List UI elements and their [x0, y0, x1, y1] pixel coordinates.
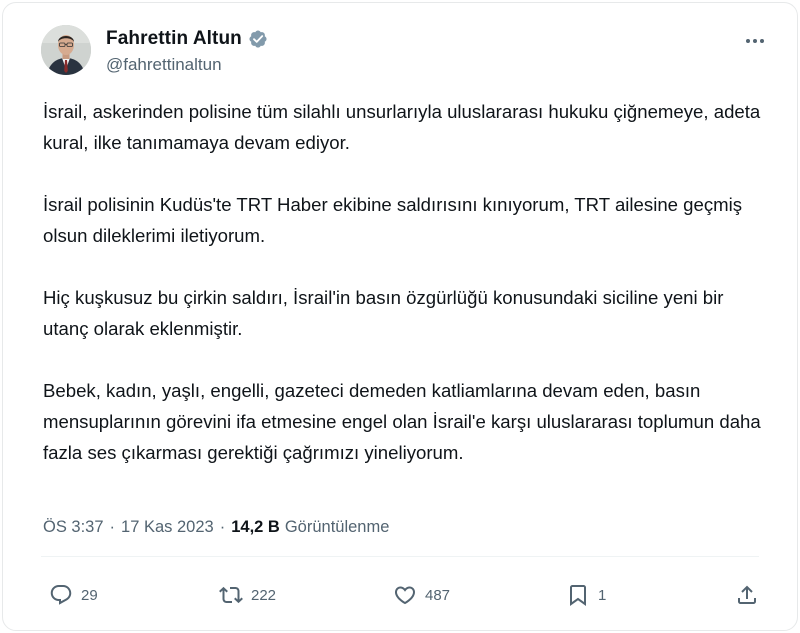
tweet-time[interactable]: ÖS 3:37 [43, 518, 104, 537]
verified-badge-icon[interactable] [248, 29, 268, 49]
views-count: 14,2 B [231, 518, 280, 536]
separator-dot: · [109, 518, 116, 536]
tweet-paragraph: İsrail, askerinden polisine tüm silahlı … [43, 101, 761, 153]
like-count: 487 [425, 586, 451, 604]
action-bar: 29 222 487 1 [3, 575, 797, 615]
reply-button[interactable]: 29 [49, 575, 98, 615]
divider [41, 556, 759, 557]
share-icon [738, 585, 756, 604]
tweet-date[interactable]: 17 Kas 2023 [121, 518, 214, 537]
like-button[interactable]: 487 [393, 575, 450, 615]
tweet-paragraph: Hiç kuşkusuz bu çirkin saldırı, İsrail'i… [43, 287, 724, 339]
separator-dot: · [219, 518, 226, 536]
like-icon [394, 586, 416, 605]
tweet-text: İsrail, askerinden polisine tüm silahlı … [43, 96, 763, 499]
tweet-paragraph: Bebek, kadın, yaşlı, engelli, gazeteci d… [43, 380, 761, 463]
tweet-paragraph: İsrail polisinin Kudüs'te TRT Haber ekib… [43, 194, 743, 246]
share-button[interactable] [735, 575, 759, 615]
avatar[interactable] [41, 25, 91, 75]
more-icon[interactable] [743, 31, 767, 51]
retweet-count: 222 [251, 586, 277, 604]
author-handle[interactable]: @fahrettinaltun [106, 55, 222, 75]
tweet-card: Fahrettin Altun @fahrettinaltun İsrail, … [2, 2, 798, 631]
author-name-row: Fahrettin Altun [106, 28, 268, 50]
reply-icon [50, 585, 72, 605]
retweet-icon [219, 586, 243, 604]
views-label: Görüntülenme [284, 518, 390, 536]
author-name[interactable]: Fahrettin Altun [106, 28, 242, 50]
bookmark-button[interactable]: 1 [566, 575, 606, 615]
bookmark-icon [570, 585, 586, 606]
retweet-button[interactable]: 222 [219, 575, 276, 615]
reply-count: 29 [81, 586, 98, 604]
bookmark-count: 1 [598, 586, 607, 604]
tweet-metadata: ÖS 3:37 · 17 Kas 2023 · 14,2 B Görüntüle… [43, 518, 389, 537]
